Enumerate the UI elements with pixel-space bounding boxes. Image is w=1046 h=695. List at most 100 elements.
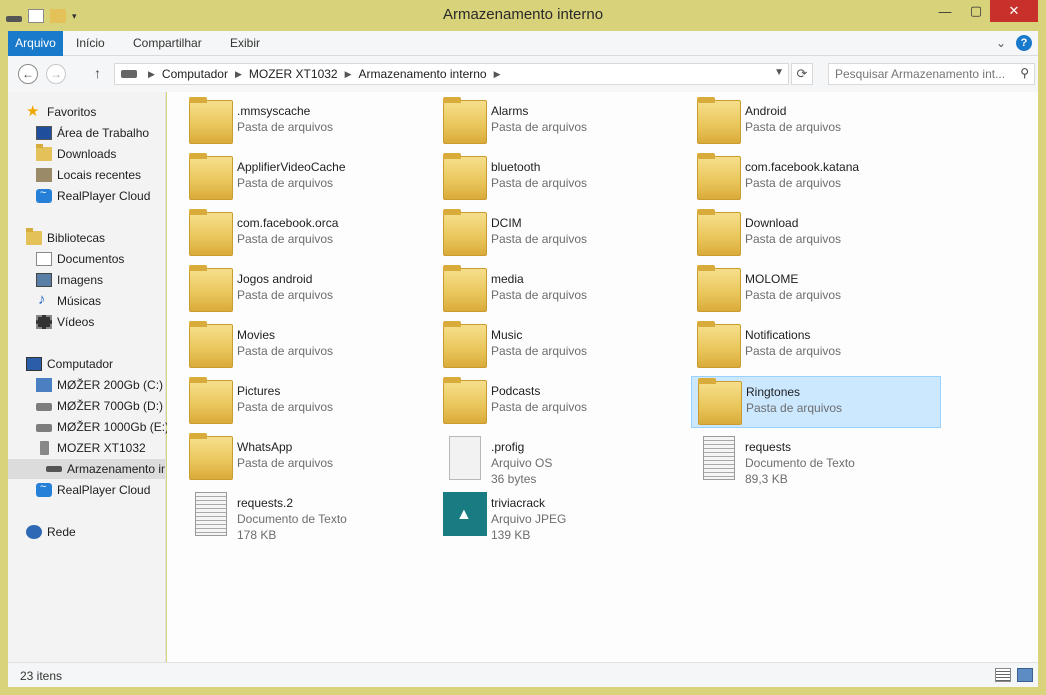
folder-item[interactable]: MOLOME Pasta de arquivos <box>691 264 941 316</box>
hard-drive-icon <box>36 403 52 411</box>
details-view-icon[interactable] <box>995 668 1011 682</box>
documents-icon <box>36 252 52 266</box>
nav-armazenamento-interno[interactable]: Armazenamento interno <box>8 459 165 479</box>
minimize-button[interactable]: — <box>930 0 960 22</box>
hard-drive-icon <box>36 424 52 432</box>
nav-device-mozer[interactable]: MOZER XT1032 <box>36 438 146 458</box>
tab-inicio[interactable]: Início <box>66 31 115 56</box>
folder-icon <box>443 209 487 256</box>
nav-label: Armazenamento interno <box>67 462 165 476</box>
folder-icon <box>189 265 233 312</box>
item-type: Pasta de arquivos <box>745 344 842 358</box>
network-icon <box>26 525 42 539</box>
item-size: 178 KB <box>237 528 277 542</box>
item-name: triviacrack <box>491 496 546 510</box>
nav-label: RealPlayer Cloud <box>57 483 151 497</box>
address-history-dropdown-icon[interactable]: ▼ <box>774 67 784 78</box>
folder-item[interactable]: Ringtones Pasta de arquivos <box>691 376 941 428</box>
nav-musicas[interactable]: Músicas <box>36 291 101 311</box>
tab-compartilhar[interactable]: Compartilhar <box>123 31 212 56</box>
item-size: 89,3 KB <box>745 472 788 486</box>
nav-label: Músicas <box>57 294 102 308</box>
folder-item[interactable]: Download Pasta de arquivos <box>691 208 941 260</box>
drive-icon <box>121 70 137 78</box>
item-type: Pasta de arquivos <box>491 400 588 414</box>
folder-item[interactable]: Music Pasta de arquivos <box>437 320 687 372</box>
expand-ribbon-icon[interactable]: ⌄ <box>996 35 1006 51</box>
nav-favoritos[interactable]: Favoritos <box>26 102 96 122</box>
forward-button[interactable]: → <box>46 64 66 84</box>
folder-item[interactable]: com.facebook.orca Pasta de arquivos <box>183 208 433 260</box>
breadcrumb-computador[interactable]: Computador <box>158 67 232 81</box>
breadcrumb-separator-icon[interactable]: ▶ <box>491 69 504 80</box>
nav-drive-d[interactable]: MØŽER 700Gb (D:) <box>36 396 163 416</box>
item-type: Pasta de arquivos <box>491 232 588 246</box>
item-type: Arquivo JPEG <box>491 512 567 526</box>
nav-locais-recentes[interactable]: Locais recentes <box>36 165 141 185</box>
folder-item[interactable]: ApplifierVideoCache Pasta de arquivos <box>183 152 433 204</box>
nav-downloads[interactable]: Downloads <box>36 144 116 164</box>
maximize-button[interactable]: ▢ <box>962 0 990 22</box>
jpeg-file-icon <box>443 492 487 536</box>
nav-label: Vídeos <box>57 315 95 329</box>
nav-realplayer-cloud-pc[interactable]: RealPlayer Cloud <box>36 480 150 500</box>
pictures-icon <box>36 273 52 287</box>
file-item[interactable]: requests Documento de Texto 89,3 KB <box>691 432 941 486</box>
large-icons-view-icon[interactable] <box>1017 668 1033 682</box>
refresh-button[interactable]: ⟳ <box>791 63 813 85</box>
folder-item[interactable]: DCIM Pasta de arquivos <box>437 208 687 260</box>
nav-videos[interactable]: Vídeos <box>36 312 94 332</box>
nav-drive-e[interactable]: MØŽER 1000Gb (E:) <box>36 417 169 437</box>
folder-item[interactable]: com.facebook.katana Pasta de arquivos <box>691 152 941 204</box>
nav-rede[interactable]: Rede <box>26 522 76 542</box>
nav-area-de-trabalho[interactable]: Área de Trabalho <box>36 123 149 143</box>
item-name: bluetooth <box>491 160 541 174</box>
breadcrumb-separator-icon[interactable]: ▶ <box>232 69 245 80</box>
search-input[interactable] <box>829 64 1009 84</box>
back-button[interactable]: ← <box>18 64 38 84</box>
folder-item[interactable]: .mmsyscache Pasta de arquivos <box>183 96 433 148</box>
folder-item[interactable]: bluetooth Pasta de arquivos <box>437 152 687 204</box>
nav-realplayer-cloud-fav[interactable]: RealPlayer Cloud <box>36 186 150 206</box>
search-icon[interactable]: ⚲ <box>1020 66 1029 80</box>
tab-arquivo[interactable]: Arquivo <box>8 31 63 56</box>
item-name: requests <box>745 440 792 454</box>
search-box[interactable]: ⚲ <box>828 63 1035 85</box>
folder-item[interactable]: Pictures Pasta de arquivos <box>183 376 433 428</box>
breadcrumb-storage[interactable]: Armazenamento interno <box>355 67 491 81</box>
file-item[interactable]: .profig Arquivo OS 36 bytes <box>437 432 687 486</box>
file-item[interactable]: requests.2 Documento de Texto 178 KB <box>183 488 433 542</box>
folder-item[interactable]: Jogos android Pasta de arquivos <box>183 264 433 316</box>
videos-icon <box>36 315 52 329</box>
help-icon[interactable]: ? <box>1016 35 1032 51</box>
nav-bibliotecas[interactable]: Bibliotecas <box>26 228 105 248</box>
breadcrumb-device[interactable]: MOZER XT1032 <box>245 67 342 81</box>
blank-file-icon <box>449 436 481 480</box>
nav-drive-c[interactable]: MØŽER 200Gb (C:) <box>36 375 163 395</box>
item-type: Pasta de arquivos <box>746 401 843 415</box>
close-button[interactable]: ✕ <box>990 0 1038 22</box>
breadcrumb-separator-icon[interactable]: ▶ <box>145 69 158 80</box>
nav-label: MOZER XT1032 <box>57 441 146 455</box>
nav-label: Favoritos <box>47 105 97 119</box>
nav-computador[interactable]: Computador <box>26 354 113 374</box>
nav-documentos[interactable]: Documentos <box>36 249 124 269</box>
nav-label: Bibliotecas <box>47 231 106 245</box>
up-button[interactable]: ↑ <box>94 65 101 81</box>
item-name: Android <box>745 104 787 118</box>
folder-item[interactable]: WhatsApp Pasta de arquivos <box>183 432 433 484</box>
folder-item[interactable]: Movies Pasta de arquivos <box>183 320 433 372</box>
folder-item[interactable]: Android Pasta de arquivos <box>691 96 941 148</box>
item-type: Pasta de arquivos <box>237 288 334 302</box>
breadcrumb-separator-icon[interactable]: ▶ <box>342 69 355 80</box>
folder-item[interactable]: Alarms Pasta de arquivos <box>437 96 687 148</box>
file-item[interactable]: triviacrack Arquivo JPEG 139 KB <box>437 488 687 542</box>
address-bar[interactable]: ▶ Computador ▶ MOZER XT1032 ▶ Armazename… <box>114 63 789 85</box>
nav-imagens[interactable]: Imagens <box>36 270 103 290</box>
item-name: WhatsApp <box>237 440 293 454</box>
folder-item[interactable]: Podcasts Pasta de arquivos <box>437 376 687 428</box>
folder-item[interactable]: media Pasta de arquivos <box>437 264 687 316</box>
tab-exibir[interactable]: Exibir <box>220 31 270 56</box>
item-type: Documento de Texto <box>237 512 347 526</box>
folder-item[interactable]: Notifications Pasta de arquivos <box>691 320 941 372</box>
